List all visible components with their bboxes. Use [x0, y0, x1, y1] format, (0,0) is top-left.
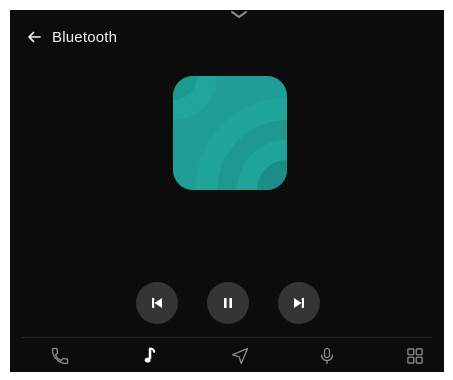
arrow-left-icon[interactable]: [26, 29, 42, 45]
pause-icon: [224, 298, 232, 308]
nav-item-phone[interactable]: [40, 339, 80, 372]
nav-item-voice-assistant[interactable]: [307, 339, 347, 372]
phone-icon: [51, 347, 69, 364]
nav-item-media[interactable]: [130, 339, 170, 372]
next-track-button[interactable]: [278, 282, 320, 324]
drawer-handle[interactable]: [230, 10, 248, 20]
album-art-pattern: [173, 76, 287, 190]
music-note-icon: [144, 347, 156, 363]
media-screen: Bluetooth: [10, 10, 444, 372]
chevron-down-icon: [231, 11, 247, 18]
playback-controls: [136, 282, 320, 324]
nav-item-navigation[interactable]: [220, 339, 260, 372]
back-to-sources[interactable]: Bluetooth: [26, 26, 117, 48]
skip-previous-icon: [152, 298, 162, 308]
album-art: [173, 76, 287, 190]
page-title: Bluetooth: [52, 28, 118, 46]
app-grid-icon: [407, 347, 423, 364]
navigation-arrow-icon: [231, 347, 249, 364]
previous-track-button[interactable]: [136, 282, 178, 324]
skip-next-icon: [294, 298, 304, 308]
microphone-icon: [320, 347, 334, 364]
nav-item-app-grid[interactable]: [395, 339, 435, 372]
pause-button[interactable]: [207, 282, 249, 324]
bottom-nav-bar: [10, 339, 444, 372]
nav-divider: [22, 337, 432, 338]
